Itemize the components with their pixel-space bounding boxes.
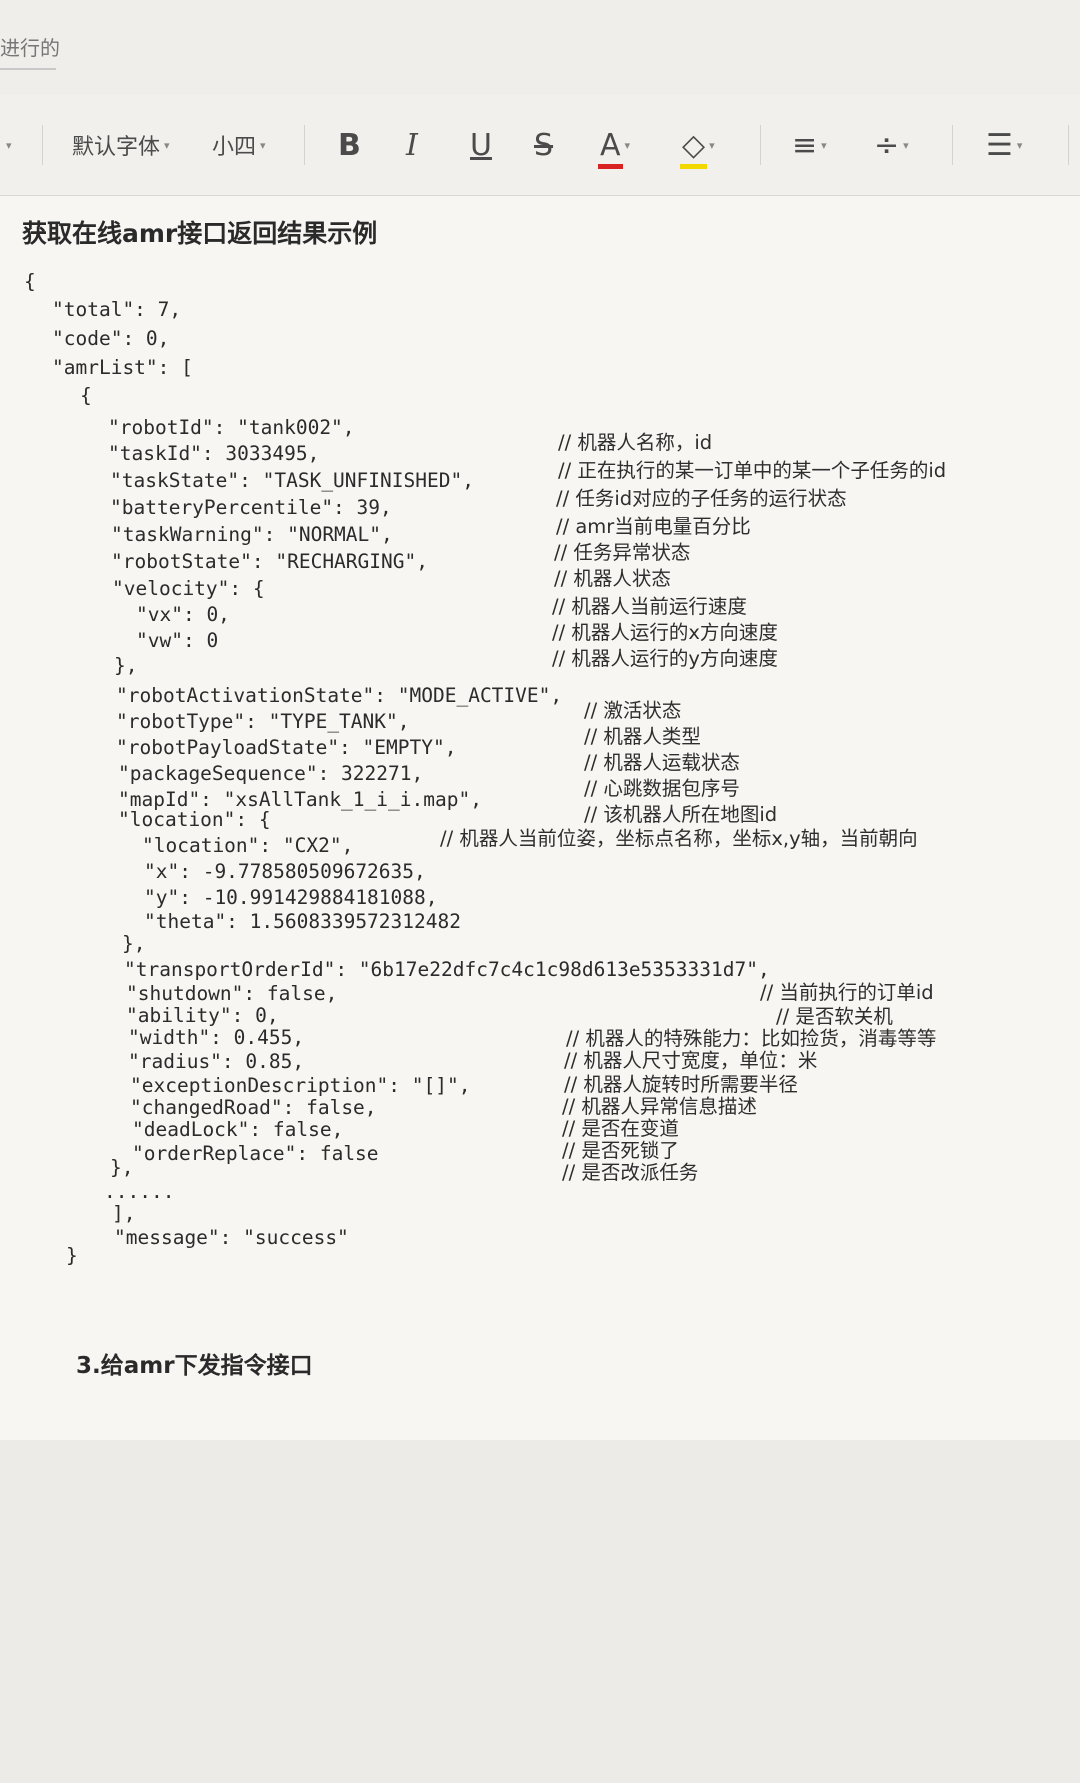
code-line: "robotState": "RECHARGING", bbox=[111, 550, 428, 573]
code-line: "batteryPercentile": 39, bbox=[110, 496, 392, 519]
font-size-select[interactable]: 小四 ▾ bbox=[212, 95, 266, 195]
code-line: "radius": 0.85, bbox=[128, 1050, 305, 1073]
code-line: "orderReplace": false bbox=[132, 1142, 379, 1165]
toolbar-divider bbox=[952, 125, 953, 165]
code-comment: // 机器人运行的x方向速度 bbox=[552, 621, 778, 644]
code-line: "theta": 1.5608339572312482 bbox=[144, 910, 461, 933]
code-line: "robotPayloadState": "EMPTY", bbox=[116, 736, 457, 759]
chevron-down-icon: ▾ bbox=[821, 138, 827, 152]
code-comment: // 机器人运载状态 bbox=[584, 751, 740, 774]
code-line: "total": 7, bbox=[52, 298, 182, 321]
highlight-icon: ◇ bbox=[680, 128, 708, 169]
code-comment: // amr当前电量百分比 bbox=[556, 515, 751, 538]
code-line: "taskState": "TASK_UNFINISHED", bbox=[110, 469, 474, 492]
toolbar-divider bbox=[304, 125, 305, 165]
code-line: "deadLock": false, bbox=[132, 1118, 344, 1141]
code-line: "velocity": { bbox=[112, 577, 265, 600]
code-line: "shutdown": false, bbox=[126, 982, 338, 1005]
code-line: "robotId": "tank002", bbox=[108, 416, 355, 439]
code-line: }, bbox=[114, 654, 138, 677]
chevron-down-icon: ▾ bbox=[624, 138, 631, 152]
toolbar-divider bbox=[42, 125, 43, 165]
code-line: "packageSequence": 322271, bbox=[118, 762, 424, 785]
code-line: "ability": 0, bbox=[126, 1004, 279, 1027]
code-line: { bbox=[80, 384, 92, 407]
code-comment: // 机器人状态 bbox=[554, 567, 671, 590]
code-line: } bbox=[66, 1244, 78, 1267]
chevron-down-icon: ▾ bbox=[164, 138, 170, 152]
italic-icon: I bbox=[406, 127, 418, 163]
highlight-bar bbox=[680, 163, 708, 169]
code-line: "amrList": [ bbox=[52, 356, 193, 379]
code-line: "code": 0, bbox=[52, 327, 170, 350]
toolbar-divider bbox=[760, 125, 761, 165]
code-block: { "total": 7, "code": 0, "amrList": [ { … bbox=[0, 196, 946, 1783]
code-comment: // 机器人运行的y方向速度 bbox=[552, 647, 778, 670]
code-comment: // 机器人当前位姿，坐标点名称，坐标x,y轴，当前朝向 bbox=[440, 827, 918, 850]
code-line: "transportOrderId": "6b17e22dfc7c4c1c98d… bbox=[124, 958, 770, 981]
code-comment: // 任务异常状态 bbox=[554, 541, 691, 564]
bold-icon: B bbox=[338, 127, 361, 163]
code-line: { bbox=[24, 270, 36, 293]
line-spacing-icon: ÷ bbox=[874, 127, 900, 163]
chevron-down-icon: ▾ bbox=[709, 138, 715, 152]
code-comment: // 机器人名称，id bbox=[558, 431, 713, 454]
tab-in-progress[interactable]: 进行的 bbox=[0, 32, 60, 61]
code-line: "y": -10.991429884181088, bbox=[144, 886, 438, 909]
bold-button[interactable]: B bbox=[338, 95, 361, 195]
doc-heading: 获取在线amr接口返回结果示例 bbox=[22, 219, 378, 248]
code-line: "robotType": "TYPE_TANK", bbox=[116, 710, 410, 733]
underline-icon: U bbox=[470, 127, 492, 163]
chevron-down-icon: ▾ bbox=[1016, 138, 1023, 152]
list-button[interactable]: ☰ ▾ bbox=[986, 95, 1022, 195]
formatting-toolbar: ▾ 默认字体 ▾ 小四 ▾ B I U S A ▾ ◇ ▾ ≡ ▾ ÷ ▾ ☰ ▾ bbox=[0, 95, 1080, 196]
code-comment: // 机器人当前运行速度 bbox=[552, 595, 747, 618]
highlight-button[interactable]: ◇ ▾ bbox=[680, 95, 715, 195]
underline-button[interactable]: U bbox=[470, 95, 492, 195]
code-line: ...... bbox=[104, 1180, 175, 1203]
code-line: "location": { bbox=[118, 808, 271, 831]
code-comment: // 正在执行的某一订单中的某一个子任务的id bbox=[558, 459, 947, 482]
code-comment: // 机器人类型 bbox=[584, 725, 701, 748]
strikethrough-icon: S bbox=[534, 127, 554, 163]
list-icon: ☰ bbox=[986, 127, 1013, 163]
code-comment: // 激活状态 bbox=[584, 699, 682, 722]
code-line: "x": -9.778580509672635, bbox=[144, 860, 426, 883]
code-line: }, bbox=[110, 1156, 134, 1179]
tab-bar: 进行的 bbox=[0, 0, 1080, 95]
font-size-value: 小四 bbox=[212, 135, 257, 160]
code-comment: // 心跳数据包序号 bbox=[584, 777, 740, 800]
strikethrough-button[interactable]: S bbox=[534, 95, 553, 195]
code-line: ], bbox=[112, 1202, 136, 1225]
line-spacing-button[interactable]: ÷ ▾ bbox=[874, 95, 909, 195]
align-button[interactable]: ≡ ▾ bbox=[792, 95, 827, 195]
font-family-select[interactable]: 默认字体 ▾ bbox=[72, 95, 170, 195]
code-line: "taskWarning": "NORMAL", bbox=[111, 523, 393, 546]
code-line: "robotActivationState": "MODE_ACTIVE", bbox=[116, 684, 563, 707]
code-line: }, bbox=[122, 932, 146, 955]
code-line: "location": "CX2", bbox=[142, 834, 354, 857]
align-icon: ≡ bbox=[792, 127, 818, 163]
italic-button[interactable]: I bbox=[406, 95, 418, 195]
font-color-icon: A bbox=[598, 128, 623, 169]
code-line: "vw": 0 bbox=[136, 629, 219, 652]
toolbar-divider bbox=[1068, 125, 1069, 165]
section-heading: 3.给amr下发指令接口 bbox=[76, 1353, 313, 1379]
code-line: "vx": 0, bbox=[136, 603, 230, 626]
code-line: "message": "success" bbox=[114, 1226, 349, 1249]
code-line: "width": 0.455, bbox=[128, 1026, 305, 1049]
code-comment: // 是否改派任务 bbox=[562, 1161, 699, 1184]
font-color-bar bbox=[598, 163, 623, 169]
code-line: "exceptionDescription": "[]", bbox=[130, 1074, 471, 1097]
chevron-down-icon: ▾ bbox=[903, 138, 909, 152]
font-family-value: 默认字体 bbox=[72, 135, 161, 160]
tab-underline bbox=[0, 68, 56, 70]
code-line: "taskId": 3033495, bbox=[108, 442, 320, 465]
code-comment: // 任务id对应的子任务的运行状态 bbox=[556, 487, 847, 510]
document-page[interactable]: 获取在线amr接口返回结果示例 { "total": 7, "code": 0,… bbox=[0, 196, 1080, 1440]
font-color-button[interactable]: A ▾ bbox=[598, 95, 631, 195]
chevron-down-icon: ▾ bbox=[260, 138, 266, 152]
code-line: "changedRoad": false, bbox=[130, 1096, 377, 1119]
more-chevron-icon[interactable]: ▾ bbox=[2, 95, 12, 195]
